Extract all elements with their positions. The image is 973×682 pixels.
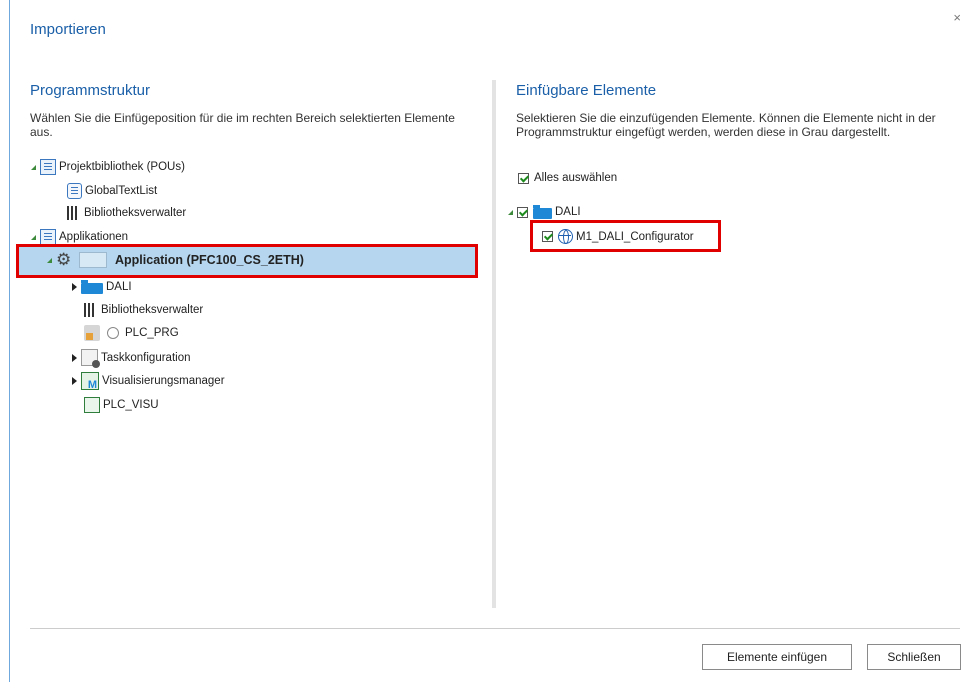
tree-item-plc-visu[interactable]: PLC_VISU bbox=[84, 397, 159, 413]
tree-item-dali[interactable]: DALI bbox=[72, 280, 132, 294]
checkbox-icon[interactable] bbox=[517, 206, 528, 218]
expand-arrow-icon[interactable] bbox=[31, 164, 36, 170]
folder-pou-icon bbox=[40, 159, 56, 175]
dialog-left-border bbox=[9, 0, 10, 682]
tree-item-label: Visualisierungsmanager bbox=[102, 375, 225, 387]
tree-item-bibliotheksverwalter[interactable]: Bibliotheksverwalter bbox=[67, 206, 186, 220]
insert-elements-button[interactable]: Elemente einfügen bbox=[702, 644, 852, 670]
tree-item-label: PLC_VISU bbox=[103, 399, 159, 411]
tree-item-plc-prg[interactable]: PLC_PRG bbox=[84, 325, 179, 341]
collapse-arrow-icon[interactable] bbox=[72, 283, 77, 291]
expand-arrow-icon[interactable] bbox=[31, 234, 36, 240]
radio-icon bbox=[107, 327, 119, 339]
dialog-title: Importieren bbox=[30, 21, 106, 38]
task-icon bbox=[81, 349, 100, 368]
library-icon bbox=[67, 206, 81, 220]
tree-item-projektbibliothek[interactable]: Projektbibliothek (POUs) bbox=[31, 159, 185, 175]
import-dialog: Importieren × Programmstruktur Wählen Si… bbox=[0, 0, 973, 682]
tree-item-visualisierungsmanager[interactable]: Visualisierungsmanager bbox=[72, 372, 225, 391]
plc-visu-icon bbox=[84, 397, 100, 413]
close-icon[interactable]: × bbox=[953, 10, 961, 25]
folder-icon bbox=[533, 205, 552, 219]
select-all-checkbox[interactable]: Alles auswählen bbox=[518, 172, 617, 184]
folder-icon bbox=[81, 280, 103, 294]
expand-arrow-icon[interactable] bbox=[508, 209, 513, 215]
right-tree-item-dali[interactable]: DALI bbox=[508, 205, 581, 219]
tree-item-applikationen[interactable]: Applikationen bbox=[31, 229, 128, 245]
tree-item-label: GlobalTextList bbox=[85, 185, 158, 197]
panel-divider[interactable] bbox=[492, 80, 496, 608]
checkbox-icon[interactable] bbox=[518, 172, 529, 184]
textlist-icon bbox=[67, 183, 82, 199]
collapse-arrow-icon[interactable] bbox=[72, 353, 77, 362]
tree-item-label: Taskkonfiguration bbox=[101, 351, 191, 364]
tree-item-label: PLC_PRG bbox=[125, 327, 179, 339]
select-all-label: Alles auswählen bbox=[534, 172, 618, 184]
footer-divider bbox=[30, 628, 960, 629]
right-section-title: Einfügbare Elemente bbox=[516, 82, 657, 99]
tree-item-label: Bibliotheksverwalter bbox=[101, 304, 204, 316]
tree-item-label: Applikationen bbox=[59, 231, 129, 243]
highlight-box-configurator bbox=[530, 220, 721, 252]
visu-manager-icon bbox=[81, 372, 99, 391]
library-icon bbox=[84, 303, 98, 317]
collapse-arrow-icon[interactable] bbox=[72, 377, 77, 385]
tree-item-label: DALI bbox=[555, 206, 581, 218]
tree-item-taskkonfiguration[interactable]: Taskkonfiguration bbox=[72, 349, 191, 368]
tree-item-label: DALI bbox=[106, 281, 132, 293]
left-section-title: Programmstruktur bbox=[30, 82, 151, 99]
tree-item-globaltextlist[interactable]: GlobalTextList bbox=[67, 183, 157, 199]
applications-folder-icon bbox=[40, 229, 56, 245]
tree-item-bibliotheksverwalter-app[interactable]: Bibliotheksverwalter bbox=[84, 303, 203, 317]
close-button[interactable]: Schließen bbox=[867, 644, 961, 670]
tree-item-label: Projektbibliothek (POUs) bbox=[59, 161, 185, 173]
tree-item-label: Bibliotheksverwalter bbox=[84, 207, 187, 219]
cfc-icon bbox=[84, 325, 100, 341]
right-description: Selektieren Sie die einzufügenden Elemen… bbox=[516, 111, 936, 139]
highlight-box-application bbox=[16, 244, 478, 278]
left-description: Wählen Sie die Einfügeposition für die i… bbox=[30, 111, 455, 139]
